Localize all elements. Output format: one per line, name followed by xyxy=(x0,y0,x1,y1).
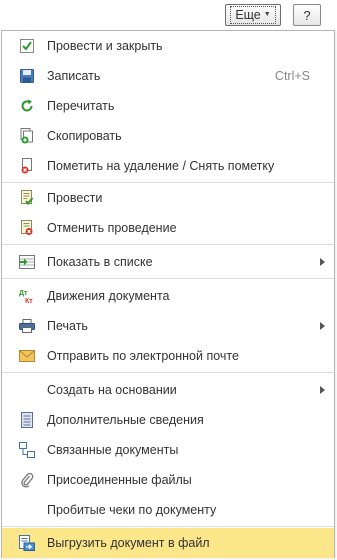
submenu-arrow-icon xyxy=(320,386,325,394)
menu-item-additional-info[interactable]: Дополнительные сведения xyxy=(2,405,334,435)
menu-item-label: Печать xyxy=(47,319,88,333)
more-button[interactable]: Еще ▼ xyxy=(225,4,281,26)
menu-item-label: Создать на основании xyxy=(47,383,177,397)
menu-item-post[interactable]: Провести xyxy=(2,183,334,213)
paperclip-icon xyxy=(19,472,35,488)
menu-item-label: Записать xyxy=(47,69,101,83)
post-and-close-icon xyxy=(19,38,35,54)
menu-item-attached-files[interactable]: Присоединенные файлы xyxy=(2,465,334,495)
menu-item-label: Выгрузить документ в файл xyxy=(47,536,210,550)
export-file-icon xyxy=(19,535,35,551)
menu-item-label: Движения документа xyxy=(47,289,170,303)
menu-item-label: Отправить по электронной почте xyxy=(47,349,239,363)
mark-delete-icon xyxy=(19,158,35,174)
separator xyxy=(2,244,334,245)
menu-item-cancel-posting[interactable]: Отменить проведение xyxy=(2,213,334,243)
menu-item-label: Присоединенные файлы xyxy=(47,473,192,487)
menu-item-label: Пробитые чеки по документу xyxy=(47,503,217,517)
menu-item-send-email[interactable]: Отправить по электронной почте xyxy=(2,341,334,371)
menu-item-post-and-close[interactable]: Провести и закрыть xyxy=(2,31,334,61)
reload-icon xyxy=(19,98,35,114)
menu-item-create-based-on[interactable]: Создать на основании xyxy=(2,375,334,405)
cancel-posting-icon xyxy=(19,220,35,236)
menu-item-save[interactable]: Записать Ctrl+S xyxy=(2,61,334,91)
post-document-icon xyxy=(19,190,35,206)
debit-credit-icon: Дт Кт xyxy=(19,288,35,304)
save-disk-icon xyxy=(19,68,35,84)
related-documents-icon xyxy=(19,442,35,458)
menu-item-related-documents[interactable]: Связанные документы xyxy=(2,435,334,465)
show-in-list-icon xyxy=(19,254,35,270)
menu-item-label: Показать в списке xyxy=(47,255,153,269)
envelope-icon xyxy=(19,348,35,364)
shortcut-label: Ctrl+S xyxy=(274,69,310,83)
separator xyxy=(2,278,334,279)
svg-text:Дт: Дт xyxy=(19,290,28,297)
menu-item-copy[interactable]: Скопировать xyxy=(2,121,334,151)
toolbar: Еще ▼ ? xyxy=(0,0,337,30)
menu-item-label: Провести xyxy=(47,191,103,205)
menu-item-label: Отменить проведение xyxy=(47,221,177,235)
menu-item-document-movements[interactable]: Дт Кт Движения документа xyxy=(2,281,334,311)
more-menu: Провести и закрыть Записать Ctrl+S Переч… xyxy=(1,30,335,558)
help-button[interactable]: ? xyxy=(293,4,321,26)
more-button-label: Еще xyxy=(235,8,261,22)
menu-item-label: Связанные документы xyxy=(47,443,179,457)
separator xyxy=(2,526,334,527)
menu-item-label: Дополнительные сведения xyxy=(47,413,204,427)
svg-text:Кт: Кт xyxy=(25,298,33,304)
submenu-arrow-icon xyxy=(320,322,325,330)
menu-item-reload[interactable]: Перечитать xyxy=(2,91,334,121)
submenu-arrow-icon xyxy=(320,258,325,266)
menu-item-show-in-list[interactable]: Показать в списке xyxy=(2,247,334,277)
menu-item-label: Пометить на удаление / Снять пометку xyxy=(47,159,275,173)
menu-item-label: Перечитать xyxy=(47,99,115,113)
additional-info-icon xyxy=(19,412,35,428)
menu-item-mark-delete[interactable]: Пометить на удаление / Снять пометку xyxy=(2,151,334,181)
menu-item-label: Провести и закрыть xyxy=(47,39,163,53)
chevron-down-icon: ▼ xyxy=(263,11,271,18)
copy-icon xyxy=(19,128,35,144)
menu-item-printed-receipts[interactable]: Пробитые чеки по документу xyxy=(2,495,334,525)
printer-icon xyxy=(19,318,35,334)
menu-item-label: Скопировать xyxy=(47,129,122,143)
menu-item-export-to-file[interactable]: Выгрузить документ в файл xyxy=(2,528,334,558)
menu-item-print[interactable]: Печать xyxy=(2,311,334,341)
separator xyxy=(2,372,334,373)
